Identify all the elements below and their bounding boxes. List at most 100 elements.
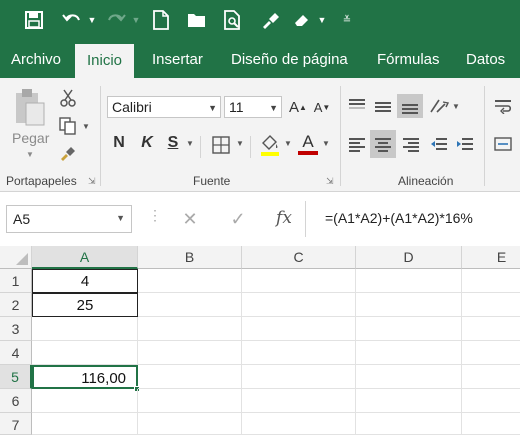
align-bottom-icon[interactable] bbox=[397, 94, 423, 118]
align-top-icon[interactable] bbox=[346, 96, 368, 116]
borders-icon[interactable] bbox=[210, 134, 232, 156]
name-box[interactable]: A5 ▼ bbox=[6, 205, 132, 233]
column-header-b[interactable]: B bbox=[138, 246, 242, 269]
cell-d2[interactable] bbox=[356, 293, 462, 317]
name-box-dropdown-icon[interactable]: ▼ bbox=[116, 213, 125, 223]
print-preview-icon[interactable] bbox=[222, 8, 244, 32]
cell-e2[interactable] bbox=[462, 293, 520, 317]
font-size-combo[interactable]: 11 ▼ bbox=[224, 96, 282, 118]
new-document-icon[interactable] bbox=[150, 8, 172, 32]
align-middle-icon[interactable] bbox=[372, 96, 394, 116]
portapapeles-launcher-icon[interactable]: ⇲ bbox=[88, 176, 96, 187]
row-header-1[interactable]: 1 bbox=[0, 269, 32, 293]
cell-a2[interactable]: 25 bbox=[32, 293, 138, 317]
row-header-5[interactable]: 5 bbox=[0, 365, 32, 389]
cell-a5[interactable]: 116,00 bbox=[32, 365, 138, 389]
cell-b6[interactable] bbox=[138, 389, 242, 413]
fill-color-icon[interactable] bbox=[258, 132, 282, 158]
font-color-icon[interactable]: A bbox=[296, 130, 320, 158]
cell-e4[interactable] bbox=[462, 341, 520, 365]
confirm-entry-icon[interactable]: ✓ bbox=[226, 207, 250, 231]
decrease-indent-icon[interactable] bbox=[428, 134, 450, 154]
cell-b7[interactable] bbox=[138, 413, 242, 435]
merge-center-icon[interactable] bbox=[492, 134, 514, 154]
cell-c4[interactable] bbox=[242, 341, 356, 365]
paste-icon[interactable] bbox=[12, 86, 48, 128]
cell-b5[interactable] bbox=[138, 365, 242, 389]
format-painter-icon[interactable] bbox=[258, 8, 282, 32]
cell-b1[interactable] bbox=[138, 269, 242, 293]
eraser-icon[interactable] bbox=[292, 8, 314, 32]
select-all-corner[interactable] bbox=[0, 246, 32, 269]
cell-e3[interactable] bbox=[462, 317, 520, 341]
row-header-6[interactable]: 6 bbox=[0, 389, 32, 413]
cell-a4[interactable] bbox=[32, 341, 138, 365]
format-brush-icon[interactable] bbox=[58, 142, 78, 162]
cell-e1[interactable] bbox=[462, 269, 520, 293]
cell-d6[interactable] bbox=[356, 389, 462, 413]
save-icon[interactable] bbox=[22, 8, 46, 32]
fill-color-dropdown-icon[interactable]: ▼ bbox=[284, 139, 292, 148]
copy-icon[interactable] bbox=[58, 116, 78, 136]
cell-d7[interactable] bbox=[356, 413, 462, 435]
cell-e5[interactable] bbox=[462, 365, 520, 389]
cut-icon[interactable] bbox=[58, 88, 78, 108]
fuente-launcher-icon[interactable]: ⇲ bbox=[326, 176, 334, 187]
font-size-dropdown-icon[interactable]: ▼ bbox=[269, 98, 278, 118]
cell-c7[interactable] bbox=[242, 413, 356, 435]
cell-c2[interactable] bbox=[242, 293, 356, 317]
cell-b4[interactable] bbox=[138, 341, 242, 365]
increase-indent-icon[interactable] bbox=[454, 134, 476, 154]
tab-datos[interactable]: Datos bbox=[466, 40, 505, 78]
column-header-a[interactable]: A bbox=[32, 246, 138, 269]
cell-b3[interactable] bbox=[138, 317, 242, 341]
open-folder-icon[interactable] bbox=[185, 8, 209, 32]
underline-button[interactable]: S bbox=[164, 132, 182, 154]
column-header-e[interactable]: E bbox=[462, 246, 520, 269]
cell-e6[interactable] bbox=[462, 389, 520, 413]
cell-c5[interactable] bbox=[242, 365, 356, 389]
cell-d5[interactable] bbox=[356, 365, 462, 389]
align-right-icon[interactable] bbox=[400, 134, 422, 154]
align-left-icon[interactable] bbox=[346, 134, 368, 154]
copy-dropdown-icon[interactable]: ▼ bbox=[82, 122, 90, 131]
borders-dropdown-icon[interactable]: ▼ bbox=[236, 139, 244, 148]
cell-e7[interactable] bbox=[462, 413, 520, 435]
tab-diseno-de-pagina[interactable]: Diseño de página bbox=[231, 40, 348, 78]
row-header-4[interactable]: 4 bbox=[0, 341, 32, 365]
font-color-dropdown-icon[interactable]: ▼ bbox=[322, 139, 330, 148]
column-header-c[interactable]: C bbox=[242, 246, 356, 269]
redo-icon[interactable] bbox=[104, 8, 128, 32]
paste-label[interactable]: Pegar bbox=[12, 130, 49, 146]
tab-inicio[interactable]: Inicio bbox=[75, 44, 135, 78]
paste-dropdown-icon[interactable]: ▼ bbox=[26, 150, 34, 159]
row-header-7[interactable]: 7 bbox=[0, 413, 32, 435]
column-header-d[interactable]: D bbox=[356, 246, 462, 269]
tab-insertar[interactable]: Insertar bbox=[152, 40, 203, 78]
cancel-entry-icon[interactable]: ✕ bbox=[178, 207, 202, 231]
eraser-dropdown-icon[interactable]: ▼ bbox=[316, 8, 328, 32]
cell-c1[interactable] bbox=[242, 269, 356, 293]
cell-b2[interactable] bbox=[138, 293, 242, 317]
bold-button[interactable]: N bbox=[110, 132, 128, 154]
undo-icon[interactable] bbox=[60, 8, 84, 32]
cell-c3[interactable] bbox=[242, 317, 356, 341]
tab-formulas[interactable]: Fórmulas bbox=[377, 40, 440, 78]
underline-dropdown-icon[interactable]: ▼ bbox=[186, 139, 194, 148]
insert-function-button[interactable]: fx bbox=[272, 205, 296, 231]
cell-a3[interactable] bbox=[32, 317, 138, 341]
customize-qat-icon[interactable]: ≚ bbox=[340, 8, 354, 32]
orientation-dropdown-icon[interactable]: ▼ bbox=[452, 102, 460, 111]
tab-archivo[interactable]: Archivo bbox=[11, 40, 61, 78]
cell-c6[interactable] bbox=[242, 389, 356, 413]
align-center-icon[interactable] bbox=[370, 130, 396, 158]
text-orientation-icon[interactable] bbox=[428, 96, 450, 116]
cell-a7[interactable] bbox=[32, 413, 138, 435]
cell-a6[interactable] bbox=[32, 389, 138, 413]
font-name-combo[interactable]: Calibri ▼ bbox=[107, 96, 221, 118]
row-header-2[interactable]: 2 bbox=[0, 293, 32, 317]
undo-dropdown-icon[interactable]: ▼ bbox=[86, 8, 98, 32]
grow-font-icon[interactable]: A ▲ bbox=[289, 96, 307, 118]
wrap-text-icon[interactable] bbox=[492, 96, 514, 116]
font-name-dropdown-icon[interactable]: ▼ bbox=[208, 98, 217, 118]
